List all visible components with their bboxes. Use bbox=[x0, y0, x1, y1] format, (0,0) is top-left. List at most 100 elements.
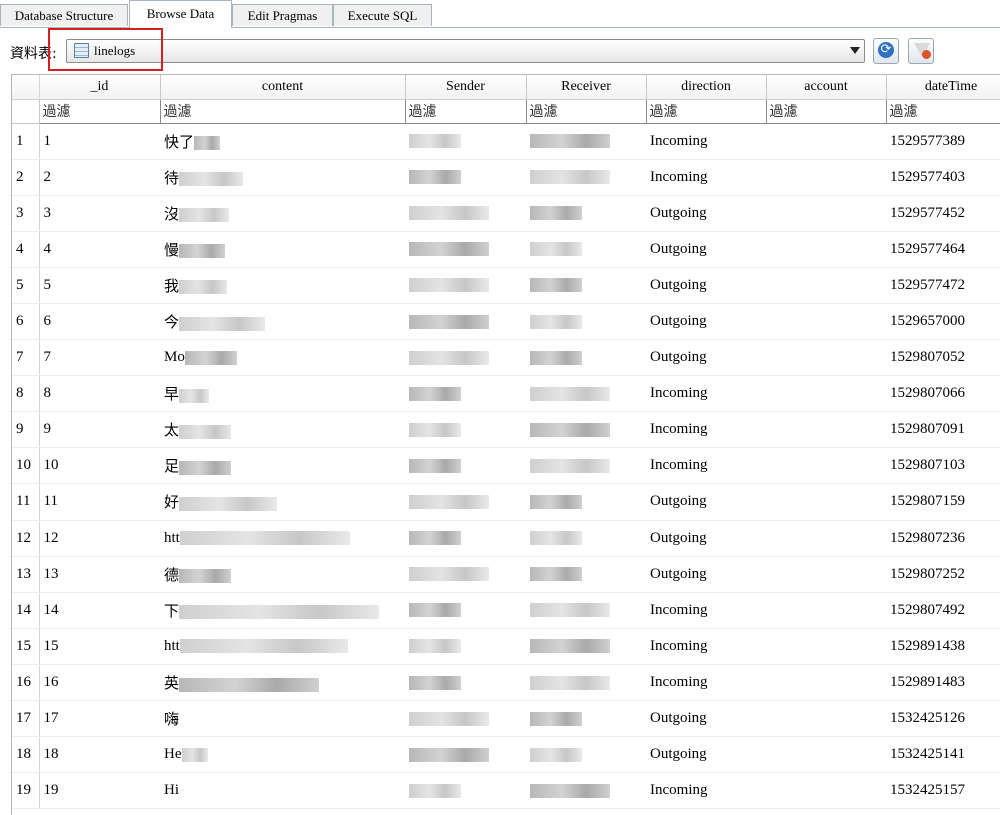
cell-direction[interactable]: Incoming bbox=[646, 628, 766, 665]
cell-account[interactable] bbox=[766, 303, 886, 341]
cell-datetime[interactable]: 1529807052 bbox=[886, 339, 1000, 377]
cell-content[interactable]: 沒 bbox=[160, 195, 405, 232]
cell-account[interactable] bbox=[766, 628, 886, 665]
cell-datetime[interactable]: 1529807492 bbox=[886, 592, 1000, 629]
cell-datetime[interactable]: 1529891483 bbox=[886, 664, 1000, 702]
cell-id[interactable]: 12 bbox=[39, 520, 160, 557]
cell-content[interactable]: 待 bbox=[160, 159, 405, 196]
table-row[interactable]: 19 19 Hi Incoming 1532425157 bbox=[12, 772, 1000, 810]
cell-sender[interactable] bbox=[405, 483, 526, 521]
table-row[interactable]: 3 3 沒 Outgoing 1529577452 bbox=[12, 195, 1000, 232]
row-number[interactable]: 2 bbox=[12, 159, 40, 196]
filter-input-receiver[interactable]: 過濾 bbox=[525, 98, 647, 124]
cell-id[interactable]: 15 bbox=[39, 628, 160, 665]
row-number[interactable]: 4 bbox=[12, 231, 40, 268]
cell-id[interactable]: 11 bbox=[39, 483, 160, 521]
cell-account[interactable] bbox=[766, 411, 886, 449]
table-row[interactable]: 1 1 快了 Incoming 1529577389 bbox=[12, 123, 1000, 160]
row-number[interactable]: 15 bbox=[12, 628, 40, 665]
row-number[interactable]: 5 bbox=[12, 267, 40, 304]
row-number[interactable]: 19 bbox=[12, 772, 40, 810]
filter-input-sender[interactable]: 過濾 bbox=[404, 98, 527, 124]
cell-content[interactable]: 慢 bbox=[160, 231, 405, 268]
cell-id[interactable]: 4 bbox=[39, 231, 160, 268]
cell-datetime[interactable]: 1529807252 bbox=[886, 556, 1000, 593]
data-grid[interactable]: _id content Sender Receiver direction ac… bbox=[11, 74, 1000, 815]
cell-datetime[interactable]: 1532425126 bbox=[886, 700, 1000, 738]
cell-receiver[interactable] bbox=[526, 375, 646, 413]
cell-account[interactable] bbox=[766, 123, 886, 160]
cell-direction[interactable]: Outgoing bbox=[646, 267, 766, 304]
cell-account[interactable] bbox=[766, 375, 886, 413]
cell-content[interactable]: 今 bbox=[160, 303, 405, 341]
cell-account[interactable] bbox=[766, 339, 886, 377]
cell-direction[interactable]: Incoming bbox=[646, 592, 766, 629]
table-row[interactable]: 15 15 htt Incoming 1529891438 bbox=[12, 628, 1000, 665]
cell-sender[interactable] bbox=[405, 375, 526, 413]
cell-datetime[interactable]: 1529577472 bbox=[886, 267, 1000, 304]
cell-sender[interactable] bbox=[405, 447, 526, 485]
column-header-datetime[interactable]: dateTime bbox=[886, 75, 1000, 100]
row-number[interactable]: 11 bbox=[12, 483, 40, 521]
row-number[interactable]: 6 bbox=[12, 303, 40, 341]
cell-receiver[interactable] bbox=[526, 520, 646, 557]
cell-receiver[interactable] bbox=[526, 592, 646, 629]
cell-receiver[interactable] bbox=[526, 267, 646, 304]
table-row[interactable]: 11 11 好 Outgoing 1529807159 bbox=[12, 483, 1000, 521]
cell-id[interactable]: 7 bbox=[39, 339, 160, 377]
cell-account[interactable] bbox=[766, 231, 886, 268]
table-row[interactable]: 5 5 我 Outgoing 1529577472 bbox=[12, 267, 1000, 304]
cell-account[interactable] bbox=[766, 664, 886, 702]
table-row[interactable]: 4 4 慢 Outgoing 1529577464 bbox=[12, 231, 1000, 268]
row-number[interactable]: 10 bbox=[12, 447, 40, 485]
cell-id[interactable]: 5 bbox=[39, 267, 160, 304]
cell-id[interactable]: 18 bbox=[39, 736, 160, 774]
table-row[interactable]: 9 9 太 Incoming 1529807091 bbox=[12, 411, 1000, 449]
table-row[interactable]: 8 8 早 Incoming 1529807066 bbox=[12, 375, 1000, 413]
column-header-direction[interactable]: direction bbox=[646, 75, 767, 100]
cell-account[interactable] bbox=[766, 736, 886, 774]
cell-datetime[interactable]: 1529577452 bbox=[886, 195, 1000, 232]
row-number[interactable]: 7 bbox=[12, 339, 40, 377]
cell-datetime[interactable]: 1529577389 bbox=[886, 123, 1000, 160]
cell-id[interactable]: 9 bbox=[39, 411, 160, 449]
row-number[interactable]: 18 bbox=[12, 736, 40, 774]
tab-database-structure[interactable]: Database Structure bbox=[0, 4, 128, 26]
cell-receiver[interactable] bbox=[526, 628, 646, 665]
row-number[interactable]: 16 bbox=[12, 664, 40, 702]
cell-account[interactable] bbox=[766, 483, 886, 521]
cell-account[interactable] bbox=[766, 195, 886, 232]
cell-content[interactable]: Mo bbox=[160, 339, 405, 377]
table-row[interactable]: 18 18 He Outgoing 1532425141 bbox=[12, 736, 1000, 774]
cell-receiver[interactable] bbox=[526, 700, 646, 738]
table-row[interactable]: 16 16 英 Incoming 1529891483 bbox=[12, 664, 1000, 702]
cell-sender[interactable] bbox=[405, 159, 526, 196]
cell-receiver[interactable] bbox=[526, 339, 646, 377]
cell-content[interactable]: 快了 bbox=[160, 123, 405, 160]
row-number[interactable]: 3 bbox=[12, 195, 40, 232]
cell-sender[interactable] bbox=[405, 339, 526, 377]
cell-direction[interactable]: Outgoing bbox=[646, 736, 766, 774]
cell-content[interactable]: Hi bbox=[160, 772, 405, 810]
cell-account[interactable] bbox=[766, 520, 886, 557]
cell-content[interactable]: htt bbox=[160, 628, 405, 665]
cell-datetime[interactable]: 1529577464 bbox=[886, 231, 1000, 268]
cell-content[interactable]: 我 bbox=[160, 267, 405, 304]
column-header-account[interactable]: account bbox=[766, 75, 887, 100]
cell-account[interactable] bbox=[766, 700, 886, 738]
cell-datetime[interactable]: 1529807236 bbox=[886, 520, 1000, 557]
cell-direction[interactable]: Incoming bbox=[646, 772, 766, 810]
cell-content[interactable]: 太 bbox=[160, 411, 405, 449]
cell-id[interactable]: 6 bbox=[39, 303, 160, 341]
cell-receiver[interactable] bbox=[526, 303, 646, 341]
refresh-button[interactable]: ⟳ bbox=[873, 38, 899, 64]
row-number[interactable]: 14 bbox=[12, 592, 40, 629]
cell-id[interactable]: 10 bbox=[39, 447, 160, 485]
cell-content[interactable]: 英 bbox=[160, 664, 405, 702]
filter-input-account[interactable]: 過濾 bbox=[765, 98, 887, 124]
cell-receiver[interactable] bbox=[526, 664, 646, 702]
cell-datetime[interactable]: 1532425157 bbox=[886, 772, 1000, 810]
filter-input-id[interactable]: 過濾 bbox=[38, 98, 161, 124]
cell-direction[interactable]: Outgoing bbox=[646, 303, 766, 341]
cell-receiver[interactable] bbox=[526, 159, 646, 196]
